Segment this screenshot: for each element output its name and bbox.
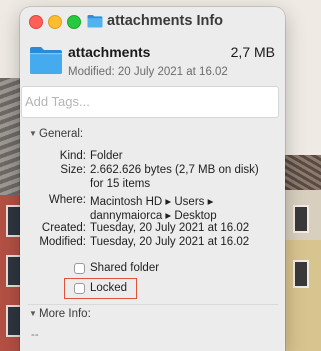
created-label: Created:: [41, 222, 86, 234]
modified-value: Tuesday, 20 July 2021 at 16.02: [90, 236, 250, 248]
more-info-section-header[interactable]: ▼ More Info:: [29, 308, 91, 320]
size-value: 2.662.626 bytes (2,7 MB on disk): [90, 164, 259, 176]
shared-folder-checkbox[interactable]: [74, 263, 85, 274]
where-label: Where:: [48, 194, 86, 206]
where-value-cont: dannymaiorca ▸ Desktop: [90, 210, 217, 222]
section-divider: [28, 304, 278, 305]
chevron-down-icon[interactable]: ▼: [29, 129, 39, 138]
info-window: attachments Info attachments 2,7 MB Modi…: [20, 7, 285, 351]
more-info-placeholder: --: [31, 329, 39, 341]
kind-label: Kind:: [59, 150, 86, 162]
tags-input[interactable]: Add Tags...: [21, 86, 279, 118]
title-bar[interactable]: attachments Info: [20, 7, 285, 34]
where-value: Macintosh HD ▸ Users ▸: [90, 196, 214, 208]
shared-folder-label[interactable]: Shared folder: [90, 262, 159, 274]
modified-date: Modified: 20 July 2021 at 16.02: [68, 66, 228, 78]
folder-icon: [87, 15, 103, 28]
window-title: attachments Info: [107, 13, 224, 29]
general-heading: General:: [39, 128, 84, 140]
size-label: Size:: [60, 164, 86, 176]
size-items-value: for 15 items: [90, 178, 151, 190]
kind-value: Folder: [90, 150, 123, 162]
maximize-icon[interactable]: [67, 15, 81, 29]
more-info-heading: More Info:: [39, 308, 91, 320]
modified-label: Modified:: [39, 236, 86, 248]
general-section-header[interactable]: ▼ General:: [29, 128, 83, 140]
folder-icon: [30, 47, 62, 74]
created-value: Tuesday, 20 July 2021 at 16.02: [90, 222, 250, 234]
file-name: attachments: [68, 44, 151, 60]
minimize-icon[interactable]: [48, 15, 62, 29]
close-icon[interactable]: [29, 15, 43, 29]
chevron-down-icon[interactable]: ▼: [29, 309, 39, 318]
locked-label[interactable]: Locked: [90, 282, 127, 294]
locked-checkbox[interactable]: [74, 283, 85, 294]
file-size: 2,7 MB: [230, 44, 275, 60]
